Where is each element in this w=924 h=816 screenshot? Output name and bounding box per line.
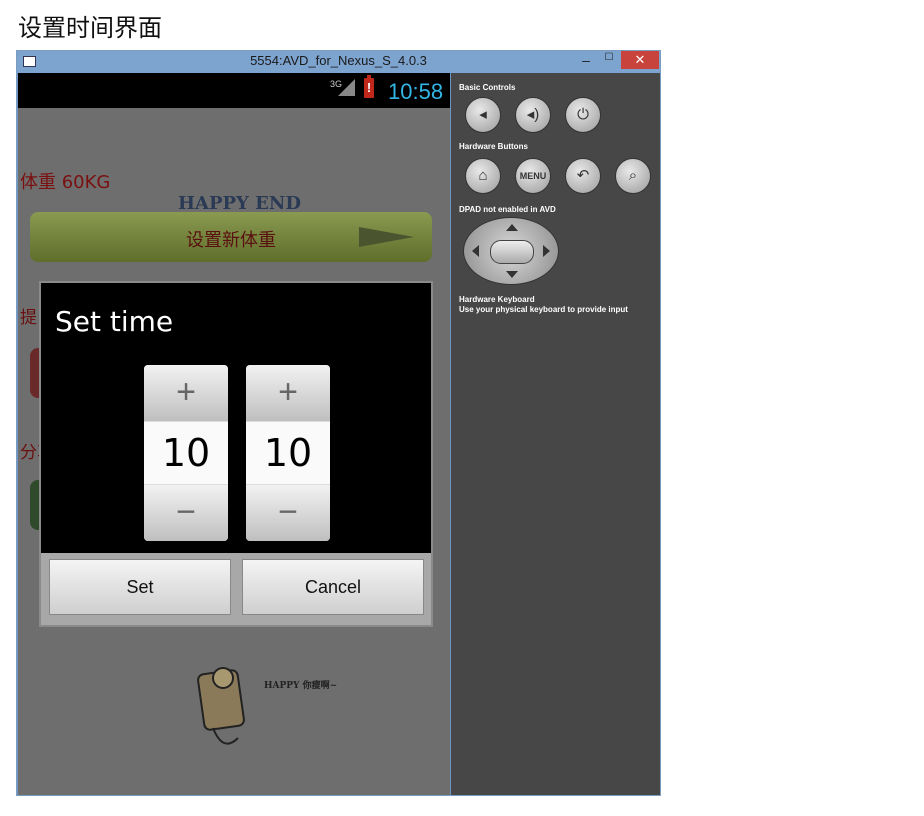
hour-increment-button[interactable]: +: [144, 365, 228, 421]
device-screen: 3G ! 10:58 体重 60KG HAPPY END 设置新体重 提 分享设…: [18, 73, 450, 795]
keyboard-label: Hardware Keyboard: [459, 295, 535, 304]
minimize-button[interactable]: ‒: [577, 51, 595, 69]
back-icon[interactable]: ↶: [565, 158, 601, 194]
keyboard-hint: Use your physical keyboard to provide in…: [459, 305, 628, 314]
search-icon[interactable]: ⌕: [615, 158, 651, 194]
hour-decrement-button[interactable]: −: [144, 485, 228, 541]
window-title: 5554:AVD_for_Nexus_S_4.0.3: [250, 53, 427, 68]
set-weight-button[interactable]: 设置新体重: [30, 212, 432, 262]
dpad-right-icon[interactable]: [543, 245, 550, 257]
emulator-controls: Basic Controls ◂ ◂) ⏻ Hardware Buttons ⌂…: [451, 73, 660, 795]
cartoon-image: [197, 667, 245, 745]
volume-up-icon[interactable]: ◂): [515, 97, 551, 133]
emulator-window: 5554:AVD_for_Nexus_S_4.0.3 ‒ ☐ ✕ 3G ! 10…: [16, 50, 661, 796]
minute-picker: + 10 −: [246, 365, 330, 541]
basic-controls-label: Basic Controls: [459, 83, 516, 92]
reminder-label: 提: [20, 308, 37, 327]
cancel-button[interactable]: Cancel: [242, 559, 424, 615]
hour-picker: + 10 −: [144, 365, 228, 541]
set-time-dialog: Set time + 10 − + 10 − Set Cancel: [39, 281, 433, 627]
power-icon[interactable]: ⏻: [565, 97, 601, 133]
dpad-up-icon[interactable]: [506, 224, 518, 231]
happy-end-text: HAPPY END: [178, 193, 301, 214]
dialog-actions: Set Cancel: [41, 553, 431, 625]
cartoon-caption: HAPPY 你瘦啊~: [264, 681, 338, 691]
dialog-title: Set time: [55, 305, 174, 338]
dpad-center-button[interactable]: [490, 240, 534, 264]
window-titlebar[interactable]: 5554:AVD_for_Nexus_S_4.0.3 ‒ ☐ ✕: [17, 51, 660, 73]
close-button[interactable]: ✕: [621, 51, 659, 69]
weight-label: 体重 60KG: [20, 172, 111, 193]
menu-button[interactable]: MENU: [515, 158, 551, 194]
dpad-control[interactable]: [463, 217, 559, 285]
dpad-down-icon[interactable]: [506, 271, 518, 278]
set-button[interactable]: Set: [49, 559, 231, 615]
battery-alert: !: [366, 80, 372, 95]
battery-icon: !: [364, 75, 374, 98]
maximize-button[interactable]: ☐: [600, 51, 618, 69]
arrow-icon: [359, 227, 414, 247]
volume-down-icon[interactable]: ◂: [465, 97, 501, 133]
hour-value[interactable]: 10: [144, 422, 228, 484]
signal-icon: [338, 79, 355, 96]
minute-increment-button[interactable]: +: [246, 365, 330, 421]
page-heading: 设置时间界面: [18, 14, 162, 42]
status-bar: 3G ! 10:58: [18, 73, 450, 108]
minute-value[interactable]: 10: [246, 422, 330, 484]
home-icon[interactable]: ⌂: [465, 158, 501, 194]
hardware-buttons-label: Hardware Buttons: [459, 142, 528, 151]
dpad-label: DPAD not enabled in AVD: [459, 205, 556, 214]
minute-decrement-button[interactable]: −: [246, 485, 330, 541]
status-clock: 10:58: [388, 79, 444, 104]
dpad-left-icon[interactable]: [472, 245, 479, 257]
